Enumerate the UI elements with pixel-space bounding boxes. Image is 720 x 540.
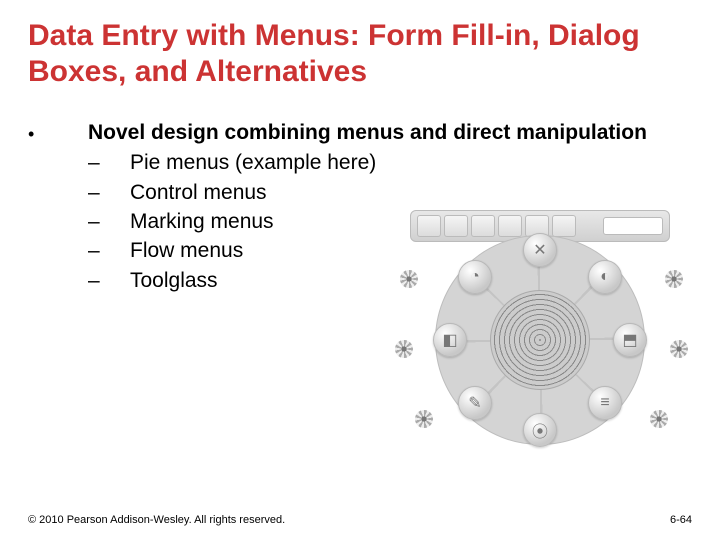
- dash-mark: –: [88, 178, 130, 207]
- bullet-text: Novel design combining menus and direct …: [88, 120, 647, 146]
- pie-menu-figure: ✕ ◐ ⬒ ≡ ⦿ ✎ ◧ ◔: [390, 210, 690, 440]
- slide-title: Data Entry with Menus: Form Fill-in, Dia…: [0, 0, 720, 90]
- sub-item: – Pie menus (example here): [88, 148, 692, 177]
- sub-text: Pie menus (example here): [130, 148, 376, 177]
- sub-text: Marking menus: [130, 207, 274, 236]
- gesture-hint-icon: [665, 270, 683, 288]
- dash-mark: –: [88, 148, 130, 177]
- pie-segment-icon: ◔: [458, 260, 492, 294]
- pie-segment-icon: ≡: [588, 386, 622, 420]
- bullet-row: • Novel design combining menus and direc…: [28, 120, 692, 146]
- toolbar-button: [471, 215, 495, 237]
- toolbar-button: [498, 215, 522, 237]
- sub-text: Toolglass: [130, 266, 218, 295]
- pie-segment-icon: ✕: [523, 233, 557, 267]
- gesture-hint-icon: [395, 340, 413, 358]
- toolbar-button: [444, 215, 468, 237]
- pie-segment-icon: ◧: [433, 323, 467, 357]
- gesture-hint-icon: [415, 410, 433, 428]
- dash-mark: –: [88, 207, 130, 236]
- pie-segment-icon: ⬒: [613, 323, 647, 357]
- sub-item: – Control menus: [88, 178, 692, 207]
- pie-menu: ✕ ◐ ⬒ ≡ ⦿ ✎ ◧ ◔: [435, 235, 645, 445]
- dash-mark: –: [88, 236, 130, 265]
- toolbar-button: [552, 215, 576, 237]
- pie-center: [490, 290, 590, 390]
- pie-segment-icon: ⦿: [523, 413, 557, 447]
- gesture-hint-icon: [670, 340, 688, 358]
- copyright-text: © 2010 Pearson Addison-Wesley. All right…: [28, 514, 285, 526]
- toolbar-button: [417, 215, 441, 237]
- bullet-mark: •: [28, 120, 88, 145]
- gesture-hint-icon: [400, 270, 418, 288]
- gesture-hint-icon: [650, 410, 668, 428]
- slide-footer: © 2010 Pearson Addison-Wesley. All right…: [28, 514, 692, 526]
- page-number: 6-64: [670, 514, 692, 526]
- sub-text: Control menus: [130, 178, 267, 207]
- sub-text: Flow menus: [130, 236, 243, 265]
- toolbar-field: [603, 217, 663, 235]
- pie-segment-icon: ✎: [458, 386, 492, 420]
- pie-segment-icon: ◐: [588, 260, 622, 294]
- dash-mark: –: [88, 266, 130, 295]
